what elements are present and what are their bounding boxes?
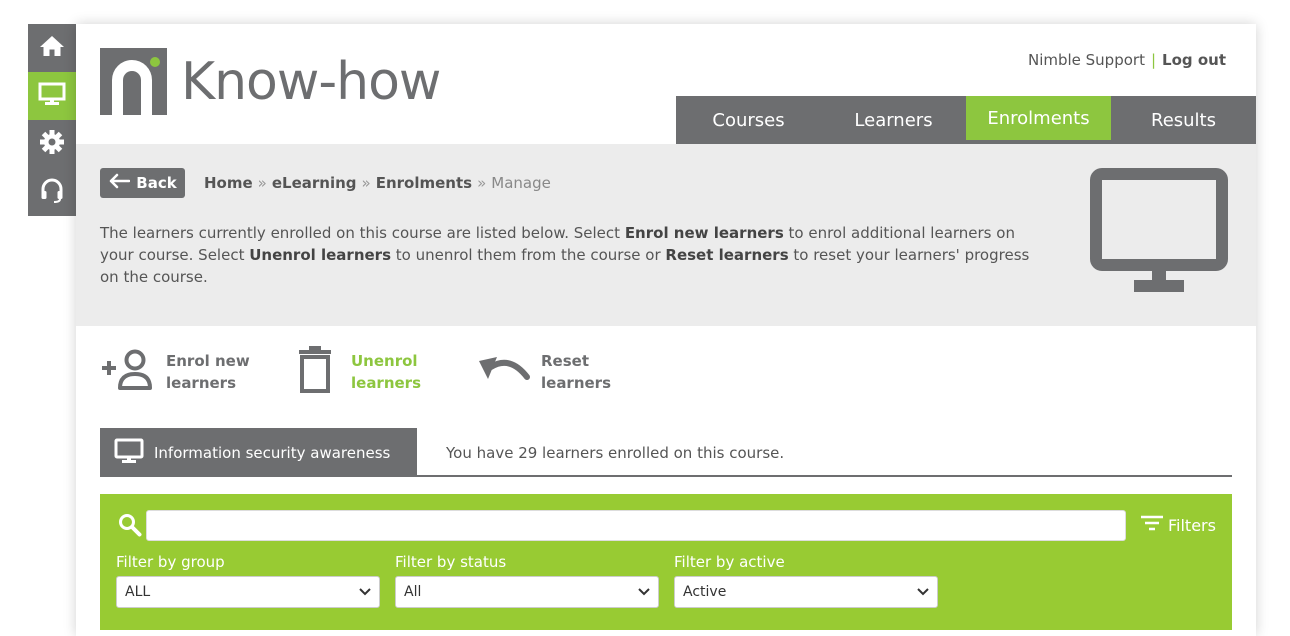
course-name: Information security awareness xyxy=(154,443,391,462)
filter-group-value: ALL xyxy=(125,584,151,600)
reset-learners-button[interactable]: Reset learners xyxy=(477,346,637,398)
unenrol-label-line1: Unenrol xyxy=(351,352,418,370)
sidenav-support[interactable] xyxy=(28,168,76,216)
filter-status-value: All xyxy=(404,584,422,600)
brand-logo[interactable]: Know-how xyxy=(100,48,441,115)
filters-button[interactable]: Filters xyxy=(1140,514,1216,536)
filter-active-select[interactable]: Active xyxy=(674,576,938,608)
breadcrumb-enrolments[interactable]: Enrolments xyxy=(376,174,472,192)
filter-panel: Filters Filter by group ALL Filter by st… xyxy=(100,494,1232,630)
home-icon xyxy=(39,34,65,62)
logout-link[interactable]: Log out xyxy=(1162,51,1226,69)
sidenav-settings[interactable] xyxy=(28,120,76,168)
breadcrumb-separator: » xyxy=(257,174,267,192)
support-link[interactable]: Nimble Support xyxy=(1028,51,1145,69)
back-button[interactable]: Back xyxy=(100,168,185,198)
tab-divider xyxy=(100,475,1232,477)
monitor-icon xyxy=(38,82,66,110)
enrolled-count-text: You have 29 learners enrolled on this co… xyxy=(446,444,785,462)
filter-group-select[interactable]: ALL xyxy=(116,576,380,608)
undo-icon xyxy=(477,353,531,391)
reset-label-line1: Reset xyxy=(541,352,589,370)
add-user-icon xyxy=(100,348,158,396)
filter-status-select[interactable]: All xyxy=(395,576,659,608)
brand-name: Know-how xyxy=(181,51,441,112)
filter-active-label: Filter by active xyxy=(674,553,785,571)
arrow-left-icon xyxy=(108,173,131,193)
chevron-down-icon xyxy=(917,584,929,600)
nav-courses[interactable]: Courses xyxy=(676,96,821,144)
filters-button-label: Filters xyxy=(1168,515,1216,535)
top-links: Nimble Support | Log out xyxy=(1028,51,1226,69)
course-tab[interactable]: Information security awareness xyxy=(100,428,417,477)
breadcrumb-separator: » xyxy=(361,174,371,192)
search-input[interactable] xyxy=(146,510,1126,541)
breadcrumb-current: Manage xyxy=(491,174,551,192)
action-bar: Enrol new learners Unenrol learners Reset l… xyxy=(100,346,637,398)
filter-status-label: Filter by status xyxy=(395,553,507,571)
nav-enrolments[interactable]: Enrolments xyxy=(966,96,1111,144)
breadcrumb-separator: » xyxy=(477,174,487,192)
unenrol-label-line2: learners xyxy=(351,374,422,392)
breadcrumb: Home» eLearning» Enrolments» Manage xyxy=(204,174,551,192)
gear-icon xyxy=(39,129,65,159)
monitor-large-icon xyxy=(1090,168,1230,300)
chevron-down-icon xyxy=(638,584,650,600)
back-button-label: Back xyxy=(136,174,177,192)
logo-mark-icon xyxy=(100,48,167,115)
filter-group-label: Filter by group xyxy=(116,553,225,571)
filter-active-value: Active xyxy=(683,584,727,600)
enrol-label-line1: Enrol new xyxy=(166,352,250,370)
enrol-label-line2: learners xyxy=(166,374,237,392)
enrol-new-learners-button[interactable]: Enrol new learners xyxy=(100,346,297,398)
breadcrumb-home[interactable]: Home xyxy=(204,174,253,192)
headset-icon xyxy=(39,177,65,207)
main-card: Know-how Nimble Support | Log out Courses … xyxy=(76,24,1256,636)
nav-results[interactable]: Results xyxy=(1111,96,1256,144)
side-icon-nav xyxy=(28,24,80,216)
sidenav-home[interactable] xyxy=(28,24,76,72)
intro-text: The learners currently enrolled on this … xyxy=(100,224,1030,286)
nav-learners[interactable]: Learners xyxy=(821,96,966,144)
breadcrumb-elearning[interactable]: eLearning xyxy=(272,174,357,192)
chevron-down-icon xyxy=(359,584,371,600)
trash-icon xyxy=(297,346,333,398)
main-nav: Courses Learners Enrolments Results xyxy=(676,96,1256,144)
sidenav-elearning[interactable] xyxy=(28,72,80,120)
monitor-icon xyxy=(114,438,144,468)
top-links-separator: | xyxy=(1150,51,1157,69)
search-icon xyxy=(118,513,142,541)
reset-label-line2: learners xyxy=(541,374,612,392)
header-panel: Back Home» eLearning» Enrolments» Manage Th… xyxy=(76,144,1256,326)
filter-lines-icon xyxy=(1140,514,1164,536)
unenrol-learners-button[interactable]: Unenrol learners xyxy=(297,346,477,398)
